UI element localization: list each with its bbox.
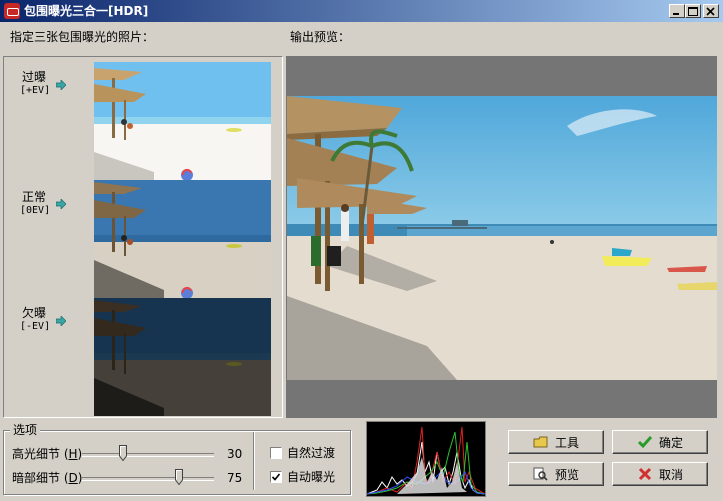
natural-transition-checkbox[interactable] bbox=[270, 447, 282, 459]
magnifier-icon bbox=[533, 467, 548, 481]
normal-photo[interactable] bbox=[94, 180, 271, 298]
hdr-preview-image bbox=[287, 96, 717, 380]
checkmark-icon bbox=[637, 436, 653, 449]
cross-icon bbox=[638, 467, 652, 481]
options-title: 选项 bbox=[10, 423, 41, 437]
overexposed-ev: [+EV] bbox=[20, 85, 51, 96]
shadow-detail-label: 暗部细节 (D) bbox=[12, 471, 83, 485]
normal-ev: [0EV] bbox=[20, 205, 51, 216]
cancel-button[interactable]: 取消 bbox=[612, 462, 708, 486]
source-photos-label: 指定三张包围曝光的照片： bbox=[10, 30, 155, 44]
options-group bbox=[3, 430, 351, 495]
app-icon bbox=[4, 3, 20, 19]
arrow-right-icon[interactable] bbox=[56, 199, 66, 209]
confirm-button[interactable]: 确定 bbox=[612, 430, 708, 454]
auto-exposure-checkbox[interactable] bbox=[270, 471, 282, 483]
folder-icon bbox=[533, 436, 548, 448]
shadow-slider-thumb[interactable] bbox=[175, 469, 183, 485]
highlight-detail-label: 高光细节 (H) bbox=[12, 447, 83, 461]
checkmark-icon bbox=[271, 473, 281, 481]
highlight-slider-thumb[interactable] bbox=[119, 445, 127, 461]
shadow-value: 75 bbox=[227, 471, 243, 485]
overexposed-photo[interactable] bbox=[94, 62, 271, 180]
highlight-slider-track[interactable] bbox=[82, 453, 214, 457]
window-title: 包围曝光三合一[HDR] bbox=[24, 4, 149, 18]
shadow-slider-track[interactable] bbox=[82, 477, 214, 481]
tools-button[interactable]: 工具 bbox=[508, 430, 604, 454]
normal-label: 正常 bbox=[22, 190, 47, 204]
histogram bbox=[366, 421, 486, 497]
auto-exposure-label[interactable]: 自动曝光 bbox=[287, 470, 335, 484]
options-divider bbox=[253, 432, 254, 490]
highlight-value: 30 bbox=[227, 447, 243, 461]
minimize-icon bbox=[673, 13, 679, 15]
overexposed-label: 过曝 bbox=[22, 70, 47, 84]
underexposed-ev: [-EV] bbox=[20, 321, 51, 332]
close-button[interactable] bbox=[703, 4, 719, 18]
underexposed-label: 欠曝 bbox=[22, 306, 47, 320]
natural-transition-label[interactable]: 自然过渡 bbox=[287, 446, 335, 460]
arrow-right-icon[interactable] bbox=[56, 316, 66, 326]
maximize-icon bbox=[688, 7, 698, 16]
output-preview-label: 输出预览： bbox=[290, 30, 351, 44]
close-icon bbox=[706, 7, 715, 16]
minimize-button[interactable] bbox=[669, 4, 685, 18]
arrow-right-icon[interactable] bbox=[56, 80, 66, 90]
preview-button[interactable]: 预览 bbox=[508, 462, 604, 486]
underexposed-photo[interactable] bbox=[94, 298, 271, 416]
maximize-button[interactable] bbox=[685, 4, 701, 18]
